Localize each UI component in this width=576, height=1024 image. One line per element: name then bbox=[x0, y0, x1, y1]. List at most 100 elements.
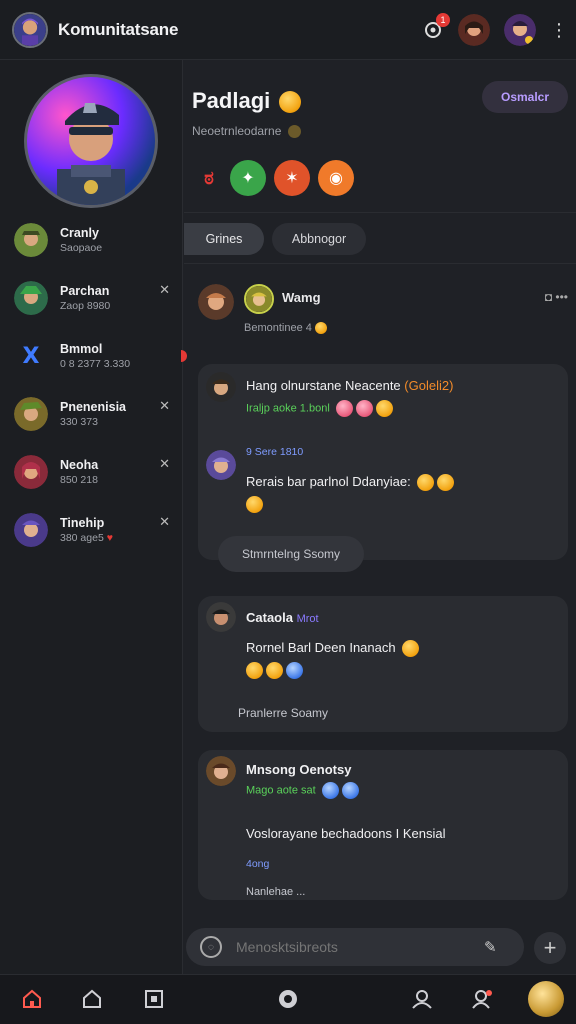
contact-item[interactable]: Neoha 850 218 ✕ bbox=[14, 450, 174, 494]
contact-status: Zaop 8980 bbox=[60, 300, 111, 312]
profile-avatar[interactable] bbox=[528, 981, 564, 1017]
author-avatar[interactable] bbox=[198, 284, 234, 320]
close-icon[interactable]: ✕ bbox=[159, 282, 170, 298]
message-body: Rerais bar parlnol Ddanyiae: bbox=[246, 474, 455, 492]
message-avatar bbox=[206, 756, 236, 786]
contact-name: Tinehip bbox=[60, 516, 105, 530]
contact-name: Neoha bbox=[60, 458, 99, 472]
page-subtitle: Neoetrnleodarne bbox=[192, 124, 301, 139]
message-meta: Mago aote sat bbox=[246, 782, 359, 799]
dx-logo-icon: X bbox=[22, 343, 40, 369]
home-icon[interactable] bbox=[80, 987, 104, 1011]
add-icon[interactable]: + bbox=[534, 932, 566, 964]
contact-item[interactable]: Pnenenisia 330 373 ✕ bbox=[14, 392, 174, 436]
info-icon bbox=[287, 125, 301, 139]
reply-avatar bbox=[206, 450, 236, 480]
notification-badge: 1 bbox=[436, 12, 450, 27]
contact-status: 850 218 bbox=[60, 474, 98, 486]
emoji-icon bbox=[321, 782, 339, 799]
connect-button[interactable]: Osmalcr bbox=[482, 81, 568, 113]
tab-bar: Grines Abbnogor bbox=[184, 212, 576, 264]
message-body: Rornel Barl Deen Inanach bbox=[246, 640, 420, 658]
close-icon[interactable]: ✕ bbox=[159, 398, 170, 414]
user-add-icon[interactable] bbox=[470, 987, 494, 1011]
contact-avatar bbox=[14, 513, 48, 547]
message-card[interactable]: Mnsong Oenotsy Mago aote sat Voslorayane… bbox=[198, 750, 568, 900]
reply-label[interactable]: Pranlerre Soamy bbox=[238, 706, 328, 720]
bottom-nav bbox=[0, 974, 576, 1024]
emoji-icon bbox=[279, 91, 302, 114]
emoji-icon bbox=[417, 474, 435, 492]
close-icon[interactable]: ✕ bbox=[159, 514, 170, 530]
contact-status: 0 8 2377 3.330 bbox=[60, 358, 131, 370]
eye-badge-icon[interactable]: ◉ bbox=[318, 160, 354, 196]
contact-name: Bmmol bbox=[60, 342, 103, 356]
contact-avatar bbox=[14, 281, 48, 315]
message-title: Hang olnurstane Neacente (Goleli2) bbox=[246, 378, 454, 393]
author-avatar-2[interactable] bbox=[244, 284, 274, 314]
orange-badge-icon[interactable]: ✶ bbox=[274, 160, 310, 196]
tab-abbnogor[interactable]: Abbnogor bbox=[272, 223, 366, 255]
contact-item[interactable]: Tinehip 380 age5 ♥ ✕ bbox=[14, 508, 174, 552]
square-icon[interactable] bbox=[142, 987, 166, 1011]
user-avatar[interactable] bbox=[458, 13, 490, 46]
contact-item[interactable]: X Bmmol 0 8 2377 3.330 bbox=[14, 334, 174, 378]
contact-status: 380 age5 ♥ bbox=[60, 532, 113, 544]
contact-status: Saopaoe bbox=[60, 242, 103, 254]
contact-avatar bbox=[14, 397, 48, 431]
emoji-icon bbox=[375, 400, 393, 417]
contact-avatar bbox=[14, 455, 48, 489]
close-icon[interactable]: ✕ bbox=[159, 456, 170, 472]
emoji-icon bbox=[402, 640, 420, 658]
message-avatar bbox=[206, 602, 236, 632]
more-icon[interactable]: ⋮ bbox=[550, 21, 568, 39]
feed-header: Wamg Bemontinee 4 ◘ ••• bbox=[198, 282, 568, 335]
user-icon[interactable] bbox=[410, 987, 434, 1011]
emoji-picker-icon[interactable]: ◌ bbox=[200, 936, 222, 958]
circle-icon[interactable] bbox=[276, 987, 300, 1011]
message-card[interactable]: Cataola Mrot Rornel Barl Deen Inanach Pr… bbox=[198, 596, 568, 732]
composer-box: ◌ ✎ bbox=[186, 928, 524, 966]
message-author: Mnsong Oenotsy bbox=[246, 762, 352, 777]
reply-pill[interactable]: Stmrntelng Ssomy bbox=[218, 536, 364, 572]
sidebar: Cranly Saopaoe Parchan Zaop 8980 ✕ X Bmm… bbox=[0, 60, 183, 974]
message-input[interactable] bbox=[236, 939, 476, 955]
emoji-row bbox=[246, 662, 303, 680]
emoji-icon bbox=[355, 400, 373, 417]
app-title: Komunitatsane bbox=[58, 19, 179, 39]
flag-badge-icon[interactable]: ಠ bbox=[196, 160, 222, 196]
badge-row: ಠ ✦ ✶ ◉ bbox=[196, 160, 354, 196]
home-active-icon[interactable] bbox=[20, 987, 44, 1011]
message-time: 9 Sere 1810 bbox=[246, 446, 304, 458]
message-avatar bbox=[206, 372, 236, 402]
contact-avatar bbox=[14, 223, 48, 257]
unread-marker bbox=[181, 350, 187, 362]
author-name: Wamg bbox=[282, 290, 321, 305]
message-meta: Iraljp aoke 1.bonl bbox=[246, 400, 393, 417]
contact-name: Pnenenisia bbox=[60, 400, 126, 414]
user-avatar-2[interactable] bbox=[504, 13, 536, 46]
heart-icon: ♥ bbox=[106, 532, 113, 544]
pen-icon[interactable]: ✎ bbox=[484, 938, 497, 956]
contact-name: Parchan bbox=[60, 284, 110, 298]
contact-name: Cranly bbox=[60, 226, 99, 240]
top-bar: Komunitatsane 1 ⋮ bbox=[0, 0, 576, 60]
profile-picture[interactable] bbox=[24, 74, 158, 208]
emoji-icon bbox=[246, 496, 263, 513]
emoji-icon bbox=[335, 400, 353, 417]
more-options-icon[interactable]: ◘ ••• bbox=[545, 290, 568, 304]
contact-item[interactable]: Parchan Zaop 8980 ✕ bbox=[14, 276, 174, 320]
message-body: Voslorayane bechadoons I Kensial bbox=[246, 826, 446, 841]
composer: ◌ ✎ + bbox=[184, 922, 576, 974]
contact-item[interactable]: Cranly Saopaoe bbox=[14, 218, 174, 262]
message-card[interactable]: Hang olnurstane Neacente (Goleli2) Iralj… bbox=[198, 364, 568, 572]
emoji-icon bbox=[437, 474, 455, 492]
app-avatar[interactable] bbox=[12, 11, 48, 48]
green-badge-icon[interactable]: ✦ bbox=[230, 160, 266, 196]
more-replies[interactable]: Nanlehae ... bbox=[246, 886, 305, 898]
contact-status: 330 373 bbox=[60, 416, 98, 428]
emoji-icon bbox=[341, 782, 359, 799]
notification-icon[interactable]: 1 bbox=[422, 12, 450, 41]
tab-grines[interactable]: Grines bbox=[184, 223, 264, 255]
page-title: Padlagi bbox=[192, 88, 302, 114]
